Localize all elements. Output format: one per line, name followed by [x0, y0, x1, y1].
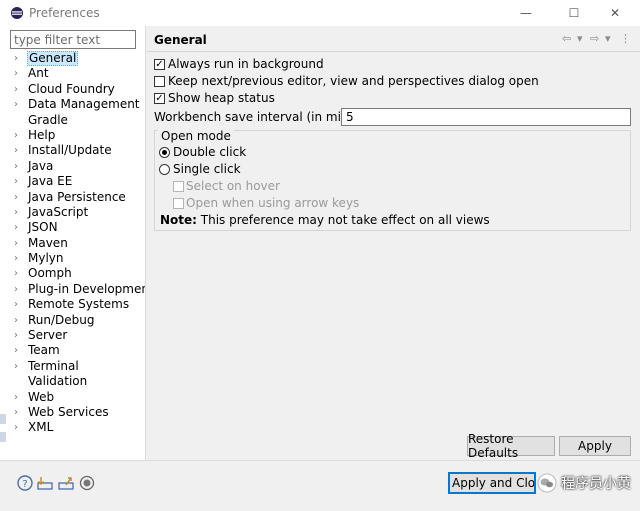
- import-icon[interactable]: [36, 474, 54, 492]
- help-icon[interactable]: ?: [16, 474, 34, 492]
- select-on-hover-label: Select on hover: [186, 179, 280, 193]
- double-click-label: Double click: [173, 145, 247, 159]
- note-body: This preference may not take effect on a…: [196, 213, 490, 227]
- expand-chevron-icon[interactable]: ›: [14, 128, 24, 143]
- page-title: General: [154, 33, 207, 47]
- expand-chevron-icon[interactable]: ›: [14, 82, 24, 97]
- expand-chevron-icon[interactable]: ›: [14, 205, 24, 220]
- maximize-button[interactable]: ☐: [551, 0, 597, 26]
- save-interval-input[interactable]: 5: [341, 108, 631, 126]
- expand-chevron-icon[interactable]: ›: [14, 420, 24, 435]
- keep-dialog-checkbox[interactable]: [154, 76, 165, 87]
- window-title: Preferences: [29, 6, 100, 20]
- tree-item-label: Oomph: [28, 266, 72, 281]
- tree-item-label: Terminal: [28, 358, 79, 373]
- tree-item-label: Data Management: [28, 97, 140, 112]
- keep-dialog-label: Keep next/previous editor, view and pers…: [168, 74, 539, 88]
- expand-chevron-icon[interactable]: ›: [14, 390, 24, 405]
- svg-text:?: ?: [22, 479, 27, 490]
- expand-chevron-icon[interactable]: ›: [14, 343, 24, 358]
- apply-button[interactable]: Apply: [559, 436, 631, 456]
- maximize-icon: ☐: [568, 6, 580, 20]
- restore-defaults-button[interactable]: Restore Defaults: [467, 432, 555, 460]
- tree-item-label: Web: [28, 389, 55, 404]
- tree-item-label: Install/Update: [28, 143, 112, 158]
- expand-chevron-icon[interactable]: ›: [14, 143, 24, 158]
- wechat-logo-icon: [537, 473, 557, 493]
- tree-item-label: Remote Systems: [28, 297, 130, 312]
- title-separator: [146, 51, 640, 52]
- double-click-radio[interactable]: [159, 147, 170, 158]
- expand-chevron-icon[interactable]: ›: [14, 190, 24, 205]
- tree-item-label: Java EE: [28, 174, 73, 189]
- tree-item-label: Web Services: [28, 404, 109, 419]
- single-click-radio[interactable]: [159, 164, 170, 175]
- tree-item-label: Team: [28, 343, 60, 358]
- view-menu-icon[interactable]: ⋮: [620, 32, 631, 45]
- minimize-icon: —: [520, 6, 532, 20]
- tree-item-label: Java Persistence: [28, 189, 126, 204]
- tree-item-label: Help: [28, 127, 56, 142]
- expand-chevron-icon[interactable]: ›: [14, 251, 24, 266]
- tree-item-label: JSON: [28, 220, 58, 235]
- background-window-edge: [0, 432, 6, 442]
- heap-status-checkbox[interactable]: ✓: [154, 93, 165, 104]
- tree-item-label: Plug-in Development: [28, 281, 154, 296]
- tree-item-label: Maven: [28, 235, 68, 250]
- tree-item-label: JavaScript: [28, 204, 89, 219]
- record-icon[interactable]: [78, 474, 96, 492]
- forward-arrow-icon[interactable]: ⇨: [590, 32, 599, 45]
- watermark-text: 程序员小黄: [561, 476, 631, 492]
- open-arrow-keys-checkbox[interactable]: [173, 198, 184, 209]
- expand-chevron-icon[interactable]: ›: [14, 266, 24, 281]
- expand-chevron-icon[interactable]: ›: [14, 51, 24, 66]
- expand-chevron-icon[interactable]: ›: [14, 220, 24, 235]
- minimize-button[interactable]: —: [503, 0, 549, 26]
- expand-chevron-icon[interactable]: ›: [14, 297, 24, 312]
- open-mode-label: Open mode: [158, 129, 234, 143]
- expand-chevron-icon[interactable]: ›: [14, 359, 24, 374]
- tree-item-label: XML: [28, 420, 54, 435]
- expand-chevron-icon[interactable]: ›: [14, 97, 24, 112]
- filter-input[interactable]: [10, 30, 136, 49]
- export-icon[interactable]: [57, 474, 75, 492]
- note-text: Note: This preference may not take effec…: [160, 213, 490, 227]
- tree-item-label: Validation: [28, 374, 88, 389]
- expand-chevron-icon[interactable]: ›: [14, 174, 24, 189]
- expand-chevron-icon[interactable]: ›: [14, 159, 24, 174]
- back-arrow-icon[interactable]: ⇦: [562, 32, 571, 45]
- forward-dropdown-icon[interactable]: ▾: [605, 32, 611, 45]
- note-bold: Note:: [160, 213, 197, 227]
- run-background-checkbox[interactable]: ✓: [154, 59, 165, 70]
- close-button[interactable]: ✕: [592, 0, 638, 26]
- tree-item-label: Mylyn: [28, 251, 64, 266]
- tree-item-label: Ant: [28, 66, 49, 81]
- tree-item-label: General: [27, 51, 79, 66]
- tree-item-label: Gradle: [28, 112, 68, 127]
- eclipse-app-icon: [11, 7, 23, 19]
- single-click-label: Single click: [173, 162, 241, 176]
- expand-chevron-icon[interactable]: ›: [14, 282, 24, 297]
- watermark: 程序员小黄: [537, 470, 637, 496]
- run-background-label: Always run in background: [168, 57, 324, 71]
- back-dropdown-icon[interactable]: ▾: [577, 32, 583, 45]
- open-arrow-keys-label: Open when using arrow keys: [186, 196, 360, 210]
- apply-and-close-button[interactable]: Apply and Close: [448, 472, 536, 494]
- background-window-edge: [0, 414, 6, 424]
- tree-item-label: Java: [28, 158, 54, 173]
- expand-chevron-icon[interactable]: ›: [14, 405, 24, 420]
- expand-chevron-icon[interactable]: ›: [14, 328, 24, 343]
- tree-item-label: Cloud Foundry: [28, 81, 115, 96]
- expand-chevron-icon[interactable]: ›: [14, 313, 24, 328]
- select-on-hover-checkbox[interactable]: [173, 181, 184, 192]
- close-icon: ✕: [609, 6, 621, 20]
- expand-chevron-icon[interactable]: ›: [14, 236, 24, 251]
- tree-item-label: Run/Debug: [28, 312, 95, 327]
- expand-chevron-icon[interactable]: ›: [14, 66, 24, 81]
- tree-item-label: Server: [28, 328, 68, 343]
- heap-status-label: Show heap status: [168, 91, 275, 105]
